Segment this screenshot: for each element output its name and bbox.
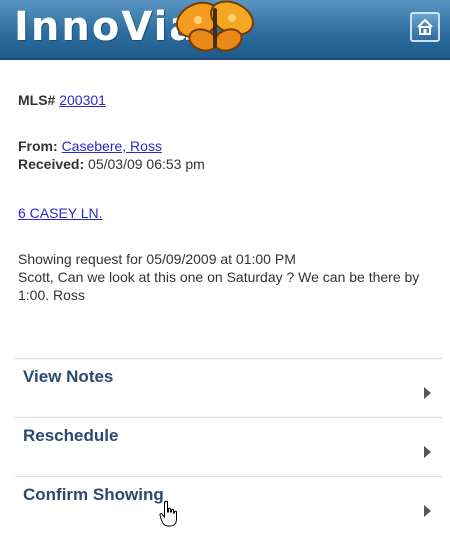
- received-row: Received: 05/03/09 06:53 pm: [18, 155, 205, 173]
- address-link[interactable]: 6 CASEY LN.: [18, 205, 103, 221]
- chevron-right-icon: [424, 446, 431, 458]
- received-label: Received:: [18, 156, 85, 172]
- action-menu: View Notes Reschedule Confirm Showing: [15, 358, 443, 535]
- menu-item-label: Reschedule: [23, 426, 119, 445]
- menu-item-label: View Notes: [23, 367, 114, 386]
- mls-number-link[interactable]: 200301: [59, 92, 106, 108]
- from-name-link[interactable]: Casebere, Ross: [62, 138, 162, 154]
- home-icon: [417, 18, 433, 35]
- menu-item-label: Confirm Showing: [23, 485, 164, 504]
- menu-item-confirm-showing[interactable]: Confirm Showing: [15, 476, 443, 535]
- request-meta: From: Casebere, Ross Received: 05/03/09 …: [18, 137, 205, 173]
- app-header: InnoVia: [0, 0, 450, 60]
- menu-item-reschedule[interactable]: Reschedule: [15, 417, 443, 476]
- menu-item-view-notes[interactable]: View Notes: [15, 358, 443, 417]
- home-button[interactable]: [410, 12, 440, 42]
- message-body: Scott, Can we look at this one on Saturd…: [18, 269, 420, 303]
- received-value: 05/03/09 06:53 pm: [88, 156, 205, 172]
- hand-pointer-icon: [159, 500, 177, 527]
- mls-label: MLS#: [18, 92, 56, 108]
- address-row: 6 CASEY LN.: [18, 205, 103, 221]
- chevron-right-icon: [424, 387, 431, 399]
- butterfly-logo-icon: [175, 0, 254, 52]
- chevron-right-icon: [424, 505, 431, 517]
- from-row: From: Casebere, Ross: [18, 137, 205, 155]
- message-summary: Showing request for 05/09/2009 at 01:00 …: [18, 251, 296, 267]
- showing-message: Showing request for 05/09/2009 at 01:00 …: [18, 250, 438, 304]
- mls-row: MLS# 200301: [18, 92, 106, 108]
- from-label: From:: [18, 138, 58, 154]
